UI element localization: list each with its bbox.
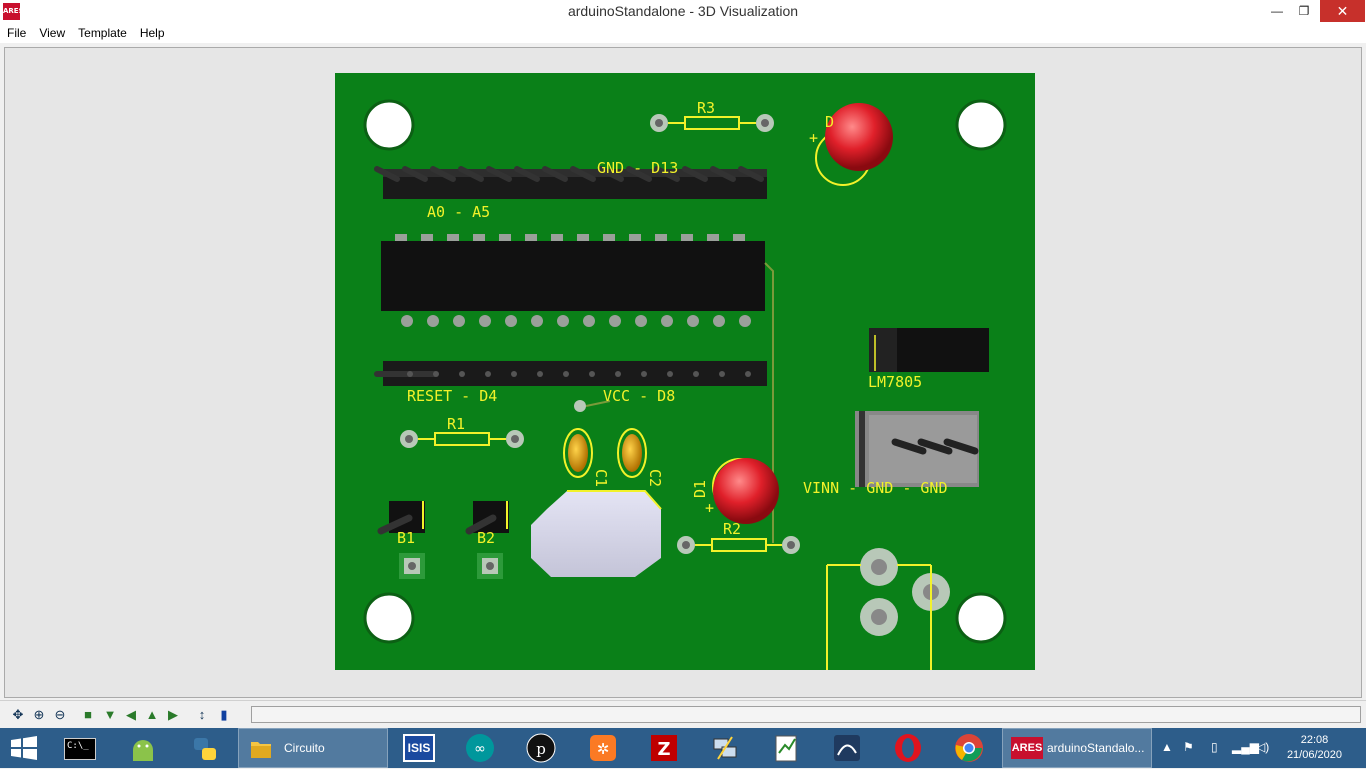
network-icon[interactable] [710, 733, 740, 763]
start-button[interactable] [10, 736, 38, 760]
svg-text:✲: ✲ [597, 740, 610, 758]
isis-icon[interactable]: ISIS [403, 734, 435, 762]
taskbar-ares[interactable]: ARES arduinoStandalo... [1002, 728, 1152, 768]
tray-arrow-icon[interactable]: ▲ [1161, 740, 1173, 754]
power-connector [855, 411, 979, 487]
3d-viewport[interactable]: R3 GND - D13 A0 - A5 D + LM7805 RESET - … [4, 47, 1362, 698]
capacitor-c2 [617, 428, 647, 478]
status-field [251, 706, 1361, 723]
opera-icon[interactable] [893, 733, 923, 763]
view-toolbar: ✥ ⊕ ⊖ ■ ▼ ◀ ▲ ▶ ↕ ▮ [0, 700, 1366, 727]
zoom-in-icon[interactable]: ⊕ [31, 707, 47, 723]
pan-icon[interactable]: ✥ [10, 707, 26, 723]
taskbar-explorer[interactable]: Circuito [238, 728, 388, 768]
clock-date: 21/06/2020 [1286, 749, 1342, 761]
view-right-icon[interactable]: ▶ [165, 707, 181, 723]
filezilla-icon[interactable]: Z [649, 733, 679, 763]
restore-button[interactable]: ❐ [1290, 0, 1318, 22]
pcb-board: R3 GND - D13 A0 - A5 D + LM7805 RESET - … [335, 73, 1035, 670]
taskbar-explorer-label: Circuito [284, 741, 325, 755]
label-r1: R1 [447, 415, 465, 433]
resistor-r2 [677, 536, 800, 554]
android-icon[interactable] [128, 734, 158, 764]
regulator-lm7805 [869, 328, 989, 372]
crystal [531, 490, 662, 577]
notepad-icon[interactable] [771, 733, 801, 763]
led-d1 [712, 458, 779, 524]
battery-icon[interactable]: ▯ [1211, 740, 1218, 754]
label-c2: C2 [646, 469, 664, 487]
chrome-icon[interactable] [954, 733, 984, 763]
window-title: arduinoStandalone - 3D Visualization [567, 3, 799, 19]
label-c1: C1 [592, 469, 610, 487]
capacitor-c1 [563, 428, 593, 478]
windows-logo-icon [11, 736, 37, 760]
close-button[interactable]: ✕ [1320, 0, 1365, 22]
xampp-icon[interactable]: ✲ [588, 733, 618, 763]
label-vinn-gnd: VINN - GND - GND [803, 479, 948, 497]
mysql-workbench-icon[interactable] [832, 733, 862, 763]
volume-icon[interactable]: ◁) [1256, 740, 1269, 754]
menu-view[interactable]: View [32, 24, 71, 40]
flag-icon[interactable]: ⚑ [1183, 740, 1194, 754]
pcb-render: R3 GND - D13 A0 - A5 D + LM7805 RESET - … [363, 99, 1007, 670]
taskbar-ares-label: arduinoStandalo... [1047, 741, 1145, 755]
cmd-icon[interactable]: C:\_ [64, 738, 96, 760]
label-r2: R2 [723, 520, 741, 538]
menu-template[interactable]: Template [71, 24, 133, 40]
label-lm7805: LM7805 [868, 373, 922, 391]
svg-text:∞: ∞ [474, 741, 486, 757]
folder-icon [251, 742, 271, 758]
label-vcc-d8: VCC - D8 [603, 387, 675, 405]
signal-icon[interactable]: ▂▄▆ [1232, 740, 1259, 754]
view-front-icon[interactable]: ▼ [102, 707, 118, 723]
label-gnd-d13: GND - D13 [597, 159, 678, 177]
p3-icon[interactable]: p [526, 733, 556, 763]
height-icon[interactable]: ↕ [194, 707, 210, 723]
zoom-out-icon[interactable]: ⊖ [52, 707, 68, 723]
view-left-icon[interactable]: ◀ [123, 707, 139, 723]
menu-help[interactable]: Help [133, 24, 171, 40]
label-b2: B2 [477, 529, 495, 547]
label-led-d: D [825, 113, 834, 131]
arduino-icon[interactable]: ∞ [465, 733, 495, 763]
menu-file[interactable]: File [0, 24, 32, 40]
svg-text:Z: Z [657, 739, 670, 760]
label-r3: R3 [697, 99, 715, 117]
taskbar: C:\_ Circuito ISIS ∞ p ✲ Z ARES arduinoS… [0, 728, 1366, 768]
label-b1: B1 [397, 529, 415, 547]
view-top-icon[interactable]: ■ [80, 707, 96, 723]
minimize-button[interactable]: — [1263, 0, 1291, 22]
python-icon[interactable] [190, 734, 220, 764]
view-back-icon[interactable]: ▲ [144, 707, 160, 723]
label-plus-led: + [809, 129, 818, 147]
title-bar: ARES arduinoStandalone - 3D Visualizatio… [0, 0, 1366, 24]
barrel-jack [826, 548, 950, 670]
ares-icon: ARES [1011, 737, 1043, 759]
label-plus-d1: + [705, 499, 714, 517]
label-a0-a5: A0 - A5 [427, 203, 490, 221]
clock[interactable]: 22:08 21/06/2020 [1287, 733, 1342, 763]
svg-text:p: p [536, 740, 546, 758]
clock-time: 22:08 [1300, 734, 1329, 746]
label-reset-d4: RESET - D4 [407, 387, 497, 405]
menu-bar: File View Template Help [0, 24, 1366, 43]
board-icon[interactable]: ▮ [216, 707, 232, 723]
pin-header-top [374, 166, 767, 199]
label-d1: D1 [691, 480, 709, 498]
